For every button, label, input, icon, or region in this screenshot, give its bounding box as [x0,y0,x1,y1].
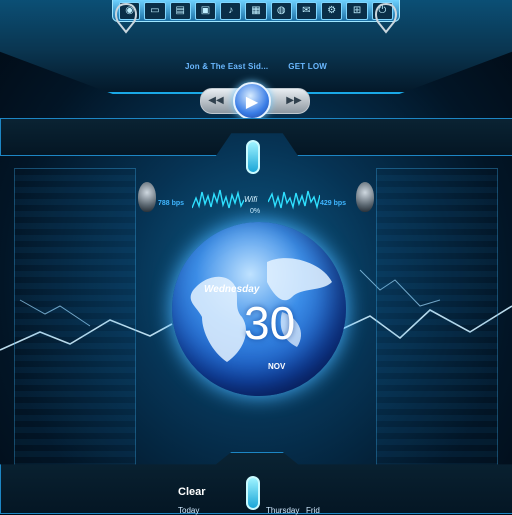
left-side-panel [14,168,136,470]
icon-dock: ◉ ▭ ▤ ▣ ♪ ▦ ◍ ✉ ⚙ ⊞ ⏻ [112,0,400,22]
network-icon[interactable]: ⊞ [346,2,368,20]
upload-rate: 429 bps [320,200,347,207]
forecast-day: Frid [306,506,320,515]
previous-button[interactable]: ◀◀ [207,93,225,109]
month-label: NOV [268,362,286,371]
play-button[interactable]: ▶ [233,82,271,120]
connector-bottom [246,476,260,510]
photo-icon[interactable]: ▣ [194,2,217,20]
download-graph [192,189,244,209]
signal-percent: 0% [250,208,261,215]
monitor-icon[interactable]: ▭ [144,2,166,20]
forecast-day: Thursday [266,506,300,515]
mail-icon[interactable]: ✉ [295,2,318,20]
next-button[interactable]: ▶▶ [285,93,303,109]
folder-icon[interactable]: ▤ [169,2,191,20]
alien-head-icon [356,182,374,212]
settings-icon[interactable]: ⚙ [321,2,343,20]
weekday-label: Wednesday [204,284,260,295]
connector-top [246,140,260,174]
right-side-panel [376,168,498,470]
alien-logo-icon [375,2,397,34]
alien-head-icon [138,182,156,212]
track-artist: Jon & The East Sid... [184,62,269,71]
download-rate: 788 bps [158,200,185,207]
music-icon[interactable]: ♪ [220,2,242,20]
document-icon[interactable]: ▦ [245,2,267,20]
alien-logo-icon [115,2,137,34]
upload-graph [268,190,320,210]
weather-condition: Clear [178,486,206,498]
now-playing: Jon & The East Sid... GET LOW [0,62,512,71]
globe-icon[interactable]: ◍ [270,2,292,20]
track-title: GET LOW [288,62,328,71]
day-number: 30 [244,297,296,349]
connection-label: Wifi [244,195,258,204]
forecast-day: Today [178,506,200,515]
